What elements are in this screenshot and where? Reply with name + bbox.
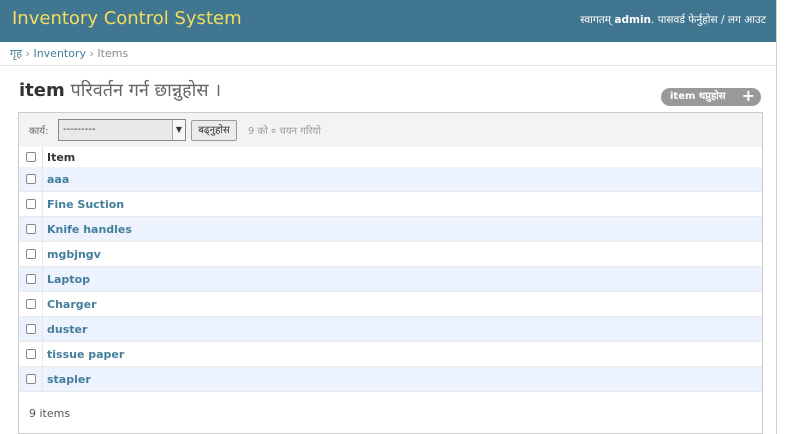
change-password-link[interactable]: पासवर्ड फेर्नुहोस xyxy=(658,14,718,26)
plus-icon: + xyxy=(741,86,755,105)
welcome-text: स्वागतम् xyxy=(580,14,612,26)
paginator: 9 items xyxy=(29,407,71,420)
site-branding[interactable]: Inventory Control System xyxy=(12,8,242,29)
table-row: duster xyxy=(19,317,762,342)
select-all-checkbox[interactable] xyxy=(26,152,36,162)
row-checkbox[interactable] xyxy=(26,299,36,309)
row-checkbox[interactable] xyxy=(26,324,36,334)
add-item-label: item थप्नुहोस xyxy=(670,91,726,102)
item-link[interactable]: Fine Suction xyxy=(47,198,124,211)
actions-bar: कार्य: --------- ▼ बढ्नुहोस 9 को ० चयन ग… xyxy=(19,113,762,148)
column-divider xyxy=(42,317,43,341)
page-title: item परिवर्तन गर्न छान्नुहोस । xyxy=(19,78,221,102)
item-link[interactable]: stapler xyxy=(47,373,91,386)
table-row: Charger xyxy=(19,292,762,317)
breadcrumb-separator: › xyxy=(25,47,30,60)
item-link[interactable]: Laptop xyxy=(47,273,90,286)
item-link[interactable]: Knife handles xyxy=(47,223,132,236)
row-checkbox[interactable] xyxy=(26,224,36,234)
column-divider xyxy=(42,292,43,316)
table-row: Laptop xyxy=(19,267,762,292)
logout-link[interactable]: लग आउट xyxy=(728,14,766,26)
header: Inventory Control System स्वागतम् admin.… xyxy=(0,0,776,42)
table-row: Fine Suction xyxy=(19,192,762,217)
column-divider xyxy=(42,342,43,366)
action-select-value: --------- xyxy=(63,124,96,135)
row-checkbox[interactable] xyxy=(26,199,36,209)
add-item-button[interactable]: item थप्नुहोस + xyxy=(661,86,761,106)
admin-page: Inventory Control System स्वागतम् admin.… xyxy=(0,0,777,434)
column-header-item[interactable]: Item xyxy=(47,151,75,164)
user-tools: स्वागतम् admin. पासवर्ड फेर्नुहोस / लग आ… xyxy=(580,14,766,26)
table-header: Item xyxy=(19,147,762,168)
go-button[interactable]: बढ्नुहोस xyxy=(191,120,237,141)
row-checkbox[interactable] xyxy=(26,174,36,184)
column-divider xyxy=(42,192,43,216)
column-divider xyxy=(42,367,43,391)
table-row: mgbjngv xyxy=(19,242,762,267)
page-title-text: परिवर्तन गर्न छान्नुहोस । xyxy=(70,80,222,101)
table-row: Knife handles xyxy=(19,217,762,242)
column-divider xyxy=(42,167,43,191)
table-row: tissue paper xyxy=(19,342,762,367)
page-title-model: item xyxy=(19,80,65,101)
breadcrumb-separator: › xyxy=(89,47,94,60)
user-tools-separator: / xyxy=(720,14,725,26)
item-link[interactable]: duster xyxy=(47,323,87,336)
column-divider xyxy=(42,242,43,266)
column-divider xyxy=(42,267,43,291)
action-select[interactable]: --------- ▼ xyxy=(58,119,186,141)
breadcrumb-app[interactable]: Inventory xyxy=(33,47,86,60)
breadcrumb-current: Items xyxy=(97,47,129,60)
dropdown-arrow-icon: ▼ xyxy=(172,120,185,140)
breadcrumb-home[interactable]: गृह xyxy=(10,47,22,60)
username: admin xyxy=(614,14,652,26)
breadcrumb: गृह › Inventory › Items xyxy=(0,42,776,66)
item-link[interactable]: tissue paper xyxy=(47,348,124,361)
changelist: कार्य: --------- ▼ बढ्नुहोस 9 को ० चयन ग… xyxy=(18,112,763,434)
column-divider xyxy=(42,217,43,241)
item-link[interactable]: mgbjngv xyxy=(47,248,101,261)
table-row: aaa xyxy=(19,167,762,192)
row-checkbox[interactable] xyxy=(26,274,36,284)
item-link[interactable]: Charger xyxy=(47,298,97,311)
row-checkbox[interactable] xyxy=(26,349,36,359)
row-checkbox[interactable] xyxy=(26,374,36,384)
row-checkbox[interactable] xyxy=(26,249,36,259)
table-row: stapler xyxy=(19,367,762,392)
selection-counter: 9 को ० चयन गरियो xyxy=(248,126,321,137)
action-label: कार्य: xyxy=(29,126,49,137)
column-divider xyxy=(42,147,43,167)
item-link[interactable]: aaa xyxy=(47,173,69,186)
